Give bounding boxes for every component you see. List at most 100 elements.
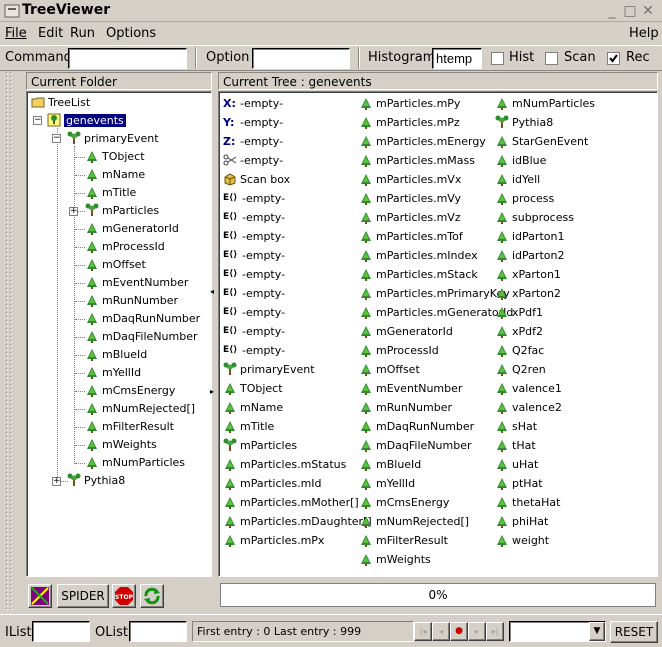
list-item[interactable]: E⟨⟩ -empty- <box>223 265 285 283</box>
tree-node[interactable]: mNumRejected[] <box>85 401 195 415</box>
list-item[interactable]: mGeneratorId <box>359 322 453 340</box>
list-item[interactable]: E⟨⟩ -empty- <box>223 322 285 340</box>
close-icon[interactable]: ✕ <box>640 3 656 19</box>
list-item[interactable]: mWeights <box>359 550 431 568</box>
tree-node[interactable]: Pythia8 <box>67 473 125 487</box>
list-item[interactable]: E⟨⟩ -empty- <box>223 341 285 359</box>
list-item[interactable]: E⟨⟩ -empty- <box>223 189 285 207</box>
list-item[interactable]: thetaHat <box>495 493 560 511</box>
menu-run[interactable]: Run <box>70 26 95 41</box>
tree-node[interactable]: mCmsEnergy <box>85 383 175 397</box>
ilist-input[interactable] <box>32 621 90 642</box>
list-item[interactable]: E⟨⟩ -empty- <box>223 227 285 245</box>
list-item[interactable]: mParticles.mEnergy <box>359 132 486 150</box>
list-item[interactable]: E⟨⟩ -empty- <box>223 246 285 264</box>
menu-help[interactable]: Help <box>629 26 659 41</box>
olist-input[interactable] <box>129 621 187 642</box>
list-item[interactable]: mNumRejected[] <box>359 512 469 530</box>
list-item[interactable]: ptHat <box>495 474 543 492</box>
command-history-dropdown[interactable]: ▼ <box>509 621 606 642</box>
list-item[interactable]: TObject <box>223 379 283 397</box>
list-item[interactable]: StarGenEvent <box>495 132 588 150</box>
option-input[interactable] <box>252 48 350 69</box>
spider-button[interactable]: SPIDER <box>57 584 109 608</box>
list-item[interactable]: tHat <box>495 436 536 454</box>
list-item[interactable]: mBlueId <box>359 455 421 473</box>
tree-node[interactable]: mBlueId <box>85 347 147 361</box>
tree-node[interactable]: mFilterResult <box>85 419 174 433</box>
tree-node[interactable]: TObject <box>85 149 145 163</box>
list-item[interactable]: mFilterResult <box>359 531 448 549</box>
tree-node[interactable]: mName <box>85 167 145 181</box>
collapse-icon[interactable]: − <box>33 116 42 125</box>
list-item[interactable]: mCmsEnergy <box>359 493 449 511</box>
list-item[interactable]: uHat <box>495 455 538 473</box>
scan-checkbox[interactable] <box>545 52 558 65</box>
list-item[interactable]: mParticles.mMother[] <box>223 493 359 511</box>
menu-options[interactable]: Options <box>106 26 156 41</box>
list-item[interactable]: Scan box <box>223 170 290 188</box>
list-item[interactable]: mTitle <box>223 417 274 435</box>
list-item[interactable]: idParton1 <box>495 227 564 245</box>
prev-entry-button[interactable]: ◂ <box>432 622 450 641</box>
list-item[interactable]: mOffset <box>359 360 420 378</box>
list-item[interactable]: xParton1 <box>495 265 561 283</box>
list-item[interactable]: Q2fac <box>495 341 544 359</box>
list-item[interactable]: mParticles.mDaughter[] <box>223 512 372 530</box>
list-item[interactable]: mParticles.mGeneratorId <box>359 303 513 321</box>
tree-node[interactable]: TreeList <box>31 95 90 109</box>
tree-node[interactable]: mParticles <box>85 203 159 217</box>
list-item[interactable]: phiHat <box>495 512 548 530</box>
window-menu-icon[interactable] <box>4 3 20 19</box>
list-item[interactable]: valence2 <box>495 398 562 416</box>
list-item[interactable]: idBlue <box>495 151 546 169</box>
tree-node[interactable]: mYellId <box>85 365 141 379</box>
list-item[interactable]: Pythia8 <box>495 113 553 131</box>
list-item[interactable]: mParticles.mVx <box>359 170 461 188</box>
tree-node[interactable]: mGeneratorId <box>85 221 179 235</box>
splitter-arrow-left-icon[interactable]: ◂ <box>210 287 214 296</box>
list-item[interactable]: mParticles.mStack <box>359 265 478 283</box>
menu-edit[interactable]: Edit <box>38 26 63 41</box>
rec-checkbox[interactable] <box>607 52 620 65</box>
tree-node[interactable]: genevents <box>47 113 126 127</box>
list-item[interactable]: X: -empty- <box>223 94 283 112</box>
minimize-icon[interactable]: _ <box>604 3 620 19</box>
list-item[interactable]: mYellId <box>359 474 415 492</box>
splitter-arrow-right-icon[interactable]: ▸ <box>210 387 214 396</box>
list-item[interactable]: mParticles.mPy <box>359 94 460 112</box>
list-item[interactable]: mParticles.mPrimaryKey <box>359 284 510 302</box>
tree-node[interactable]: mNumParticles <box>85 455 185 469</box>
tree-node[interactable]: mOffset <box>85 257 146 271</box>
list-item[interactable]: mParticles.mId <box>223 474 322 492</box>
menu-file[interactable]: File <box>5 26 27 41</box>
tree-contents-list[interactable]: X: -empty- Y: -empty- Z: -empty- -empty- Scan b… <box>218 91 658 577</box>
record-entry-button[interactable]: ● <box>450 622 468 641</box>
hist-checkbox[interactable] <box>491 52 504 65</box>
folder-tree[interactable]: TreeList − genevents − primaryEvent TObject mN… <box>26 91 212 577</box>
tree-node[interactable]: mDaqFileNumber <box>85 329 198 343</box>
list-item[interactable]: Z: -empty- <box>223 132 283 150</box>
list-item[interactable]: primaryEvent <box>223 360 315 378</box>
list-item[interactable]: mParticles.mTof <box>359 227 463 245</box>
list-item[interactable]: idParton2 <box>495 246 564 264</box>
list-item[interactable]: Q2ren <box>495 360 546 378</box>
tree-node[interactable]: mRunNumber <box>85 293 178 307</box>
tree-node[interactable]: mProcessId <box>85 239 165 253</box>
list-item[interactable]: E⟨⟩ -empty- <box>223 208 285 226</box>
list-item[interactable]: mParticles.mPx <box>223 531 324 549</box>
list-item[interactable]: mParticles.mStatus <box>223 455 346 473</box>
list-item[interactable]: sHat <box>495 417 537 435</box>
refresh-button[interactable] <box>140 584 164 608</box>
expand-icon[interactable]: + <box>69 207 78 216</box>
last-entry-button[interactable]: ▸| <box>486 622 504 641</box>
list-item[interactable]: mEventNumber <box>359 379 462 397</box>
list-item[interactable]: xParton2 <box>495 284 561 302</box>
tree-node[interactable]: mDaqRunNumber <box>85 311 200 325</box>
list-item[interactable]: mDaqRunNumber <box>359 417 474 435</box>
command-input[interactable] <box>68 48 187 69</box>
tree-node[interactable]: mTitle <box>85 185 136 199</box>
dock-grip-icon[interactable] <box>6 72 14 610</box>
list-item[interactable]: -empty- <box>223 151 283 169</box>
draw-button[interactable] <box>28 584 52 608</box>
